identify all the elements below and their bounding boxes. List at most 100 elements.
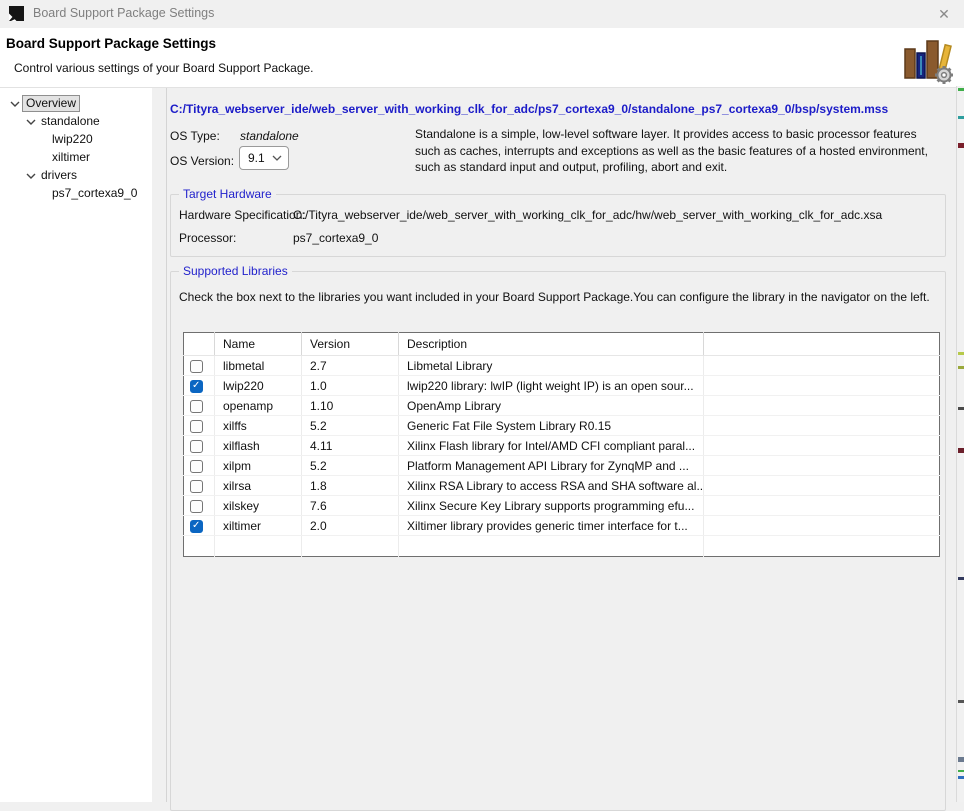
- library-checkbox[interactable]: [190, 380, 203, 393]
- tree-item-label[interactable]: ps7_cortexa9_0: [49, 186, 140, 201]
- library-checkbox[interactable]: [190, 360, 203, 373]
- overview-panel: C:/Tityra_webserver_ide/web_server_with_…: [167, 88, 957, 802]
- os-version-select[interactable]: 9.1: [239, 146, 289, 170]
- ruler-annotation-mark: [958, 143, 964, 148]
- library-version: 7.6: [302, 496, 399, 516]
- table-row[interactable]: openamp 1.10 OpenAmp Library: [184, 396, 940, 416]
- library-checkbox[interactable]: [190, 500, 203, 513]
- ruler-annotation-mark: [958, 770, 964, 772]
- table-row[interactable]: libmetal 2.7 Libmetal Library: [184, 356, 940, 376]
- mss-file-path-link[interactable]: C:/Tityra_webserver_ide/web_server_with_…: [170, 102, 888, 116]
- table-row[interactable]: lwip220 1.0 lwip220 library: lwIP (light…: [184, 376, 940, 396]
- tree-item-lwip220[interactable]: lwip220: [49, 131, 96, 148]
- dialog-header: Board Support Package Settings Control v…: [0, 28, 964, 88]
- library-version: 1.0: [302, 376, 399, 396]
- library-version: 5.2: [302, 416, 399, 436]
- library-name: openamp: [215, 396, 302, 416]
- libraries-table: Name Version Description libmetal 2.7 Li…: [183, 332, 940, 557]
- filler-column-header: [704, 333, 940, 356]
- ruler-annotation-mark: [958, 448, 964, 453]
- target-hardware-group: Target Hardware Hardware Specification: …: [170, 194, 946, 257]
- library-description: Xilinx Secure Key Library supports progr…: [399, 496, 704, 516]
- title-bar: Board Support Package Settings ✕: [0, 0, 964, 28]
- library-name: libmetal: [215, 356, 302, 376]
- library-description: Platform Management API Library for Zynq…: [399, 456, 704, 476]
- library-version: 2.0: [302, 516, 399, 536]
- library-version: 5.2: [302, 456, 399, 476]
- amd-logo-icon: [8, 5, 25, 22]
- description-column-header: Description: [399, 333, 704, 356]
- checkbox-column-header: [184, 333, 215, 356]
- bsp-navigator-tree: Overview standalone lwip220 xiltimer dri…: [0, 88, 152, 802]
- ruler-annotation-mark: [958, 776, 964, 779]
- ruler-annotation-mark: [958, 407, 964, 410]
- library-version: 4.11: [302, 436, 399, 456]
- library-checkbox[interactable]: [190, 420, 203, 433]
- ruler-annotation-mark: [958, 366, 964, 369]
- supported-libraries-group: Supported Libraries Check the box next t…: [170, 271, 946, 811]
- hardware-spec-label: Hardware Specification:: [179, 208, 306, 222]
- ruler-annotation-mark: [958, 352, 964, 355]
- tree-item-overview[interactable]: Overview: [8, 95, 80, 112]
- tree-item-label[interactable]: xiltimer: [49, 150, 93, 165]
- ruler-annotation-mark: [958, 577, 964, 580]
- library-checkbox[interactable]: [190, 520, 203, 533]
- os-version-value[interactable]: 9.1: [248, 151, 272, 165]
- library-description: lwip220 library: lwIP (light weight IP) …: [399, 376, 704, 396]
- chevron-down-icon[interactable]: [8, 101, 22, 107]
- table-row[interactable]: xiltimer 2.0 Xiltimer library provides g…: [184, 516, 940, 536]
- page-title: Board Support Package Settings: [6, 36, 216, 51]
- library-checkbox[interactable]: [190, 480, 203, 493]
- tree-item-standalone[interactable]: standalone: [24, 113, 103, 130]
- library-name: xilskey: [215, 496, 302, 516]
- tree-item-drivers[interactable]: drivers: [24, 167, 80, 184]
- library-description: Libmetal Library: [399, 356, 704, 376]
- tree-item-label[interactable]: standalone: [38, 114, 103, 129]
- library-name: xilffs: [215, 416, 302, 436]
- library-description: Xilinx RSA Library to access RSA and SHA…: [399, 476, 704, 496]
- ruler-annotation-mark: [958, 116, 964, 119]
- library-name: xilflash: [215, 436, 302, 456]
- library-version: 1.8: [302, 476, 399, 496]
- tree-item-label[interactable]: drivers: [38, 168, 80, 183]
- os-description: Standalone is a simple, low-level softwa…: [415, 126, 929, 176]
- ruler-annotation-mark: [958, 88, 964, 91]
- os-version-label: OS Version:: [170, 154, 234, 168]
- ruler-annotation-mark: [958, 757, 964, 762]
- library-version: 1.10: [302, 396, 399, 416]
- table-row-empty: [184, 536, 940, 557]
- library-checkbox[interactable]: [190, 440, 203, 453]
- tree-item-xiltimer[interactable]: xiltimer: [49, 149, 93, 166]
- name-column-header: Name: [215, 333, 302, 356]
- library-name: xilrsa: [215, 476, 302, 496]
- target-hardware-title: Target Hardware: [179, 187, 276, 201]
- window-title: Board Support Package Settings: [33, 6, 214, 20]
- chevron-down-icon[interactable]: [24, 119, 38, 125]
- tree-item-label[interactable]: lwip220: [49, 132, 96, 147]
- processor-label: Processor:: [179, 231, 236, 245]
- overview-ruler-scrollbar[interactable]: [956, 86, 964, 802]
- table-row[interactable]: xilskey 7.6 Xilinx Secure Key Library su…: [184, 496, 940, 516]
- library-description: Generic Fat File System Library R0.15: [399, 416, 704, 436]
- supported-libraries-note: Check the box next to the libraries you …: [179, 290, 930, 304]
- hardware-spec-value: C:/Tityra_webserver_ide/web_server_with_…: [293, 208, 882, 222]
- tree-item-ps7-cortexa9-0[interactable]: ps7_cortexa9_0: [49, 185, 140, 202]
- table-header-row: Name Version Description: [184, 333, 940, 356]
- library-description: OpenAmp Library: [399, 396, 704, 416]
- chevron-down-icon[interactable]: [24, 173, 38, 179]
- library-name: lwip220: [215, 376, 302, 396]
- library-description: Xilinx Flash library for Intel/AMD CFI c…: [399, 436, 704, 456]
- library-books-gear-icon: [900, 36, 954, 86]
- table-row[interactable]: xilpm 5.2 Platform Management API Librar…: [184, 456, 940, 476]
- table-row[interactable]: xilrsa 1.8 Xilinx RSA Library to access …: [184, 476, 940, 496]
- os-type-label: OS Type:: [170, 129, 220, 143]
- library-version: 2.7: [302, 356, 399, 376]
- tree-item-label[interactable]: Overview: [22, 95, 80, 112]
- table-row[interactable]: xilffs 5.2 Generic Fat File System Libra…: [184, 416, 940, 436]
- close-icon[interactable]: ✕: [934, 4, 954, 24]
- library-checkbox[interactable]: [190, 400, 203, 413]
- library-checkbox[interactable]: [190, 460, 203, 473]
- library-name: xiltimer: [215, 516, 302, 536]
- table-row[interactable]: xilflash 4.11 Xilinx Flash library for I…: [184, 436, 940, 456]
- library-description: Xiltimer library provides generic timer …: [399, 516, 704, 536]
